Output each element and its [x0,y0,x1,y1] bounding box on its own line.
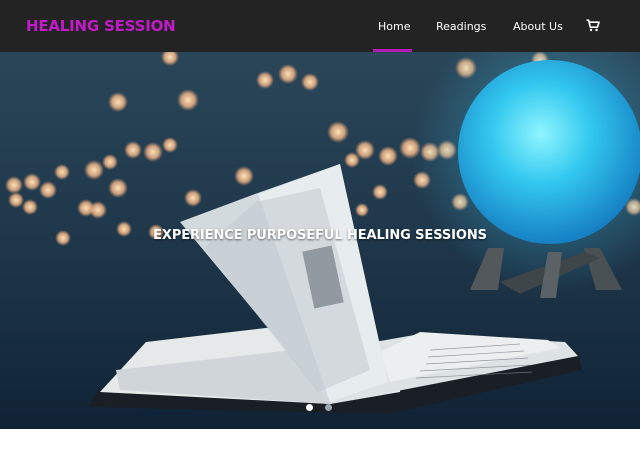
carousel-indicator-2[interactable] [325,404,332,411]
brand-logo[interactable]: HEALING SESSION [26,17,176,35]
nav-about-link[interactable]: About Us [513,20,563,33]
carousel-indicator-1[interactable] [306,404,313,411]
hero-caption: EXPERIENCE PURPOSEFUL HEALING SESSIONS [153,228,487,243]
shopping-cart-icon[interactable] [586,19,600,32]
nav-readings-link[interactable]: Readings [436,20,486,33]
navbar: HEALING SESSION Home Readings About Us [0,0,640,52]
hero-carousel[interactable]: EXPERIENCE PURPOSEFUL HEALING SESSIONS [0,52,640,429]
nav-home-link[interactable]: Home [378,20,410,33]
